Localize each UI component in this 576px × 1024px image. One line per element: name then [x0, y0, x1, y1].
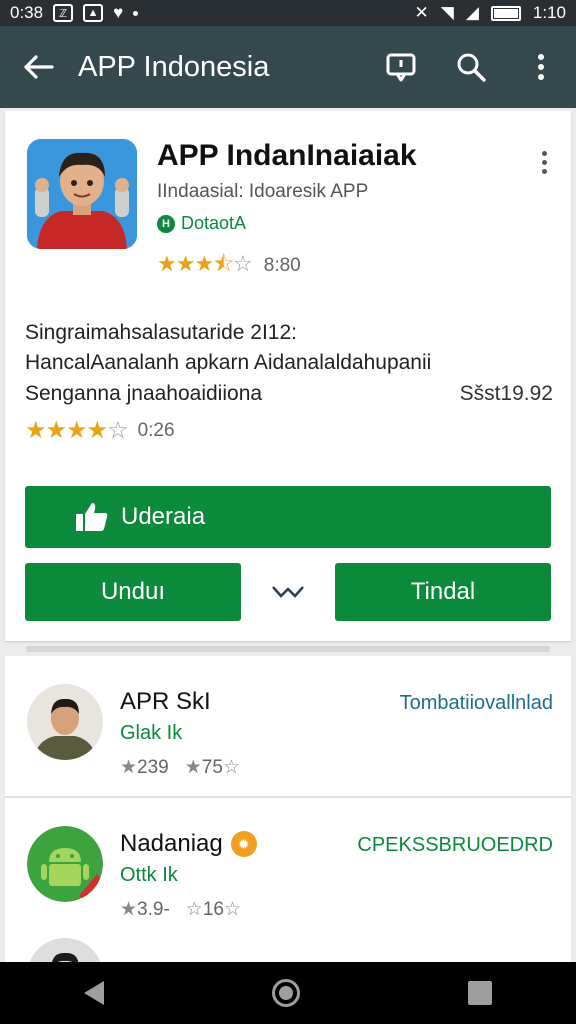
list-item-stat: 239 — [137, 757, 169, 778]
feedback-icon[interactable] — [366, 26, 436, 108]
list-item-link[interactable]: CPEKSSBRUOEDRD — [357, 834, 553, 857]
image-notification-icon: ▲ — [83, 4, 104, 22]
list-item-stats: ★3.9- ☆16☆ — [120, 898, 241, 921]
install-button[interactable]: Tindal — [335, 563, 551, 621]
heart-notification-icon: ♥ — [113, 3, 124, 22]
related-apps-list: APR SkI Glak Ik ★239 ★75☆ Tombatiiovalln… — [5, 656, 571, 966]
download-label: Unduı — [100, 578, 166, 605]
star-icon: ★ — [120, 757, 138, 778]
description-line-1: Singraimahsalasutaride 2I12: — [25, 321, 297, 344]
android-icon — [27, 826, 103, 902]
list-item[interactable]: Nadaniag ✹ Ottk Ik ★3.9- ☆16☆ CPEKSSBRUO… — [5, 798, 571, 938]
list-item-stats: ★239 ★75☆ — [120, 756, 240, 779]
star-icon: ★ — [120, 899, 138, 920]
star-rating-icon: ★★★★☆ — [25, 417, 129, 444]
system-navigation-bar — [0, 962, 576, 1024]
thumb-up-icon — [76, 503, 108, 531]
avatar — [27, 684, 103, 760]
badge-label: DotaotA — [181, 213, 247, 233]
app-name: APP IndanInaiaiak — [157, 139, 417, 172]
dot-icon — [133, 10, 139, 16]
app-rating: ★★★⯪☆ 8:80 — [157, 247, 301, 285]
app-bar: APP Indonesia — [0, 26, 576, 108]
search-icon[interactable] — [436, 26, 506, 108]
status-clock: 1:10 — [532, 3, 566, 22]
list-item-link[interactable]: Tombatiiovallnlad — [400, 692, 553, 715]
list-item[interactable]: APR SkI Glak Ik ★239 ★75☆ Tombatiiovalln… — [5, 656, 571, 798]
arrow-back-icon[interactable] — [0, 26, 78, 108]
nav-home-icon[interactable] — [272, 979, 300, 1007]
list-item-title-text: Nadaniag — [120, 830, 223, 857]
chevron-down-icon[interactable] — [241, 563, 335, 621]
status-bar: 0:38 ℤ ▲ ♥ ✕ ◥ ◢ 1:10 — [0, 0, 576, 26]
star-rating-icon: ★★★⯪☆ — [157, 251, 253, 276]
download-button[interactable]: Unduı — [25, 563, 241, 621]
section-divider — [26, 646, 550, 652]
status-time: 0:38 — [10, 3, 44, 22]
developer-name[interactable]: IIndaasial: Idoaresik APP — [157, 181, 368, 203]
star-outline-icon: ☆ — [185, 899, 203, 920]
badge-icon: H — [157, 214, 175, 233]
list-item-stat: 16 — [202, 899, 224, 920]
list-item-stat: 3.9- — [137, 899, 170, 920]
more-vert-icon[interactable] — [506, 26, 576, 108]
rating-count: 8:80 — [263, 255, 301, 276]
notification-icon: ℤ — [53, 4, 74, 22]
page-title: APP Indonesia — [78, 50, 270, 83]
signal-icon: ◢ — [465, 3, 479, 22]
star-icon: ★ — [184, 757, 202, 778]
list-item-subtitle: Glak Ik — [120, 722, 183, 744]
primary-action-label: Uderaia — [121, 503, 206, 530]
nav-back-icon[interactable] — [84, 981, 104, 1005]
app-details-card: APP IndanInaiaiak IIndaasial: Idoaresik … — [5, 111, 571, 641]
description-rating: ★★★★☆ 0:26 — [25, 416, 175, 445]
list-item-title: Nadaniag ✹ — [120, 830, 257, 858]
primary-action-button[interactable]: Uderaia — [25, 486, 551, 548]
star-outline-icon: ☆ — [223, 899, 242, 920]
editor-badge: H DotaotA — [157, 213, 246, 234]
list-item-title: APR SkI — [120, 688, 211, 715]
app-icon[interactable] — [27, 139, 137, 249]
list-item-stat: 75 — [201, 757, 223, 778]
list-item-subtitle: Ottk Ik — [120, 864, 178, 886]
no-sim-icon: ✕ — [414, 3, 429, 22]
install-label: Tindal — [410, 578, 476, 605]
wifi-icon: ◥ — [440, 3, 454, 22]
rating-count: 0:26 — [137, 419, 175, 441]
description-line-2: HancalAanalanh apkarn Aidanalaldahupanii — [25, 351, 432, 374]
card-more-icon[interactable] — [539, 151, 549, 174]
price-label: Sšst19.92 — [459, 382, 553, 405]
star-outline-icon: ☆ — [222, 757, 240, 778]
gear-icon: ✹ — [230, 831, 257, 857]
nav-recents-icon[interactable] — [468, 981, 492, 1005]
battery-icon — [490, 5, 521, 21]
description-line-3: Senganna jnaahoaidiiona — [25, 382, 263, 405]
